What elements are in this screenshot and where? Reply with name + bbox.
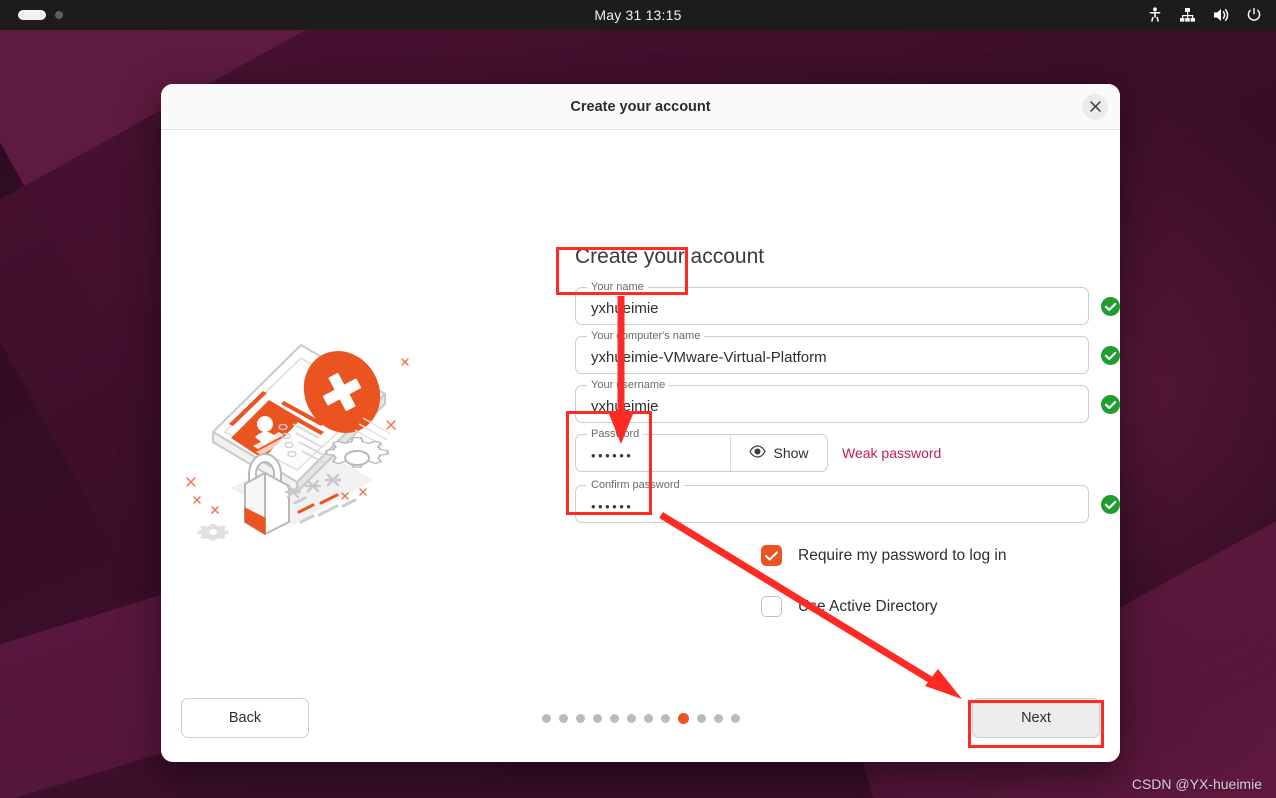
topbar-status-icons [1147, 6, 1276, 24]
watermark: CSDN @YX-hueimie [1131, 776, 1262, 792]
username-value: yxhueimie [591, 397, 659, 415]
close-icon[interactable] [1082, 93, 1108, 120]
password-value: •••••• [591, 447, 634, 463]
volume-icon[interactable] [1212, 7, 1230, 23]
valid-check-icon [1101, 494, 1120, 514]
field-row-password: Password •••••• Show Weak password [575, 428, 1120, 472]
dialog-footer: Back Next [161, 674, 1120, 762]
create-account-dialog: Create your account Create your account … [161, 84, 1120, 762]
progress-dot [626, 713, 636, 723]
computer-name-value: yxhueimie-VMware-Virtual-Platform [591, 348, 827, 366]
username-label: Your username [587, 379, 670, 391]
progress-dot [592, 713, 602, 723]
valid-check-icon [1101, 394, 1120, 414]
use-active-directory-label: Use Active Directory [798, 597, 938, 615]
accessibility-icon[interactable] [1147, 6, 1163, 24]
password-field-group: Password •••••• Show [575, 428, 828, 472]
password-strength-text: Weak password [842, 445, 942, 461]
checkbox-row-active-directory: Use Active Directory [575, 596, 1120, 617]
password-label: Password [587, 428, 644, 440]
back-button[interactable]: Back [181, 698, 309, 738]
dialog-title: Create your account [570, 98, 711, 115]
confirm-password-input[interactable]: Confirm password •••••• [575, 479, 1089, 523]
username-input[interactable]: Your username yxhueimie [575, 379, 1089, 423]
progress-dot [660, 713, 670, 723]
your-name-input[interactable]: Your name yxhueimie [575, 281, 1089, 325]
account-illustration [173, 320, 423, 560]
progress-dot [696, 713, 706, 723]
your-name-label: Your name [587, 281, 648, 293]
valid-check-icon [1101, 296, 1120, 316]
eye-icon [749, 445, 767, 461]
field-row-username: Your username yxhueimie [575, 379, 1120, 423]
confirm-password-label: Confirm password [587, 479, 684, 491]
computer-name-label: Your computer's name [587, 330, 705, 342]
field-row-confirm-password: Confirm password •••••• [575, 479, 1120, 523]
computer-name-input[interactable]: Your computer's name yxhueimie-VMware-Vi… [575, 330, 1089, 374]
show-password-button[interactable]: Show [731, 435, 827, 471]
progress-dots [309, 712, 972, 724]
progress-dot [730, 713, 740, 723]
your-name-value: yxhueimie [591, 299, 659, 317]
password-input[interactable]: Password •••••• [576, 428, 731, 471]
progress-dot [643, 713, 653, 723]
use-active-directory-checkbox[interactable] [761, 596, 782, 617]
page-title: Create your account [575, 245, 765, 268]
account-form: Create your account Your name yxhueimie [575, 130, 1120, 617]
system-top-bar: May 31 13:15 [0, 0, 1276, 30]
progress-dot [541, 713, 551, 723]
progress-dot-active [677, 712, 689, 724]
dialog-header: Create your account [161, 84, 1120, 130]
show-password-label: Show [773, 445, 809, 461]
progress-dot [575, 713, 585, 723]
field-row-your-name: Your name yxhueimie [575, 281, 1120, 325]
require-password-checkbox[interactable] [761, 545, 782, 566]
network-icon[interactable] [1179, 7, 1196, 23]
require-password-label: Require my password to log in [798, 546, 1007, 564]
checkbox-row-require-password: Require my password to log in [575, 545, 1120, 566]
power-icon[interactable] [1246, 7, 1262, 23]
valid-check-icon [1101, 345, 1120, 365]
progress-dot [558, 713, 568, 723]
progress-dot [609, 713, 619, 723]
next-button[interactable]: Next [972, 698, 1100, 738]
clock[interactable]: May 31 13:15 [0, 7, 1276, 23]
field-row-computer-name: Your computer's name yxhueimie-VMware-Vi… [575, 330, 1120, 374]
progress-dot [713, 713, 723, 723]
confirm-password-value: •••••• [591, 498, 634, 514]
dialog-body: Create your account Your name yxhueimie [161, 130, 1120, 762]
